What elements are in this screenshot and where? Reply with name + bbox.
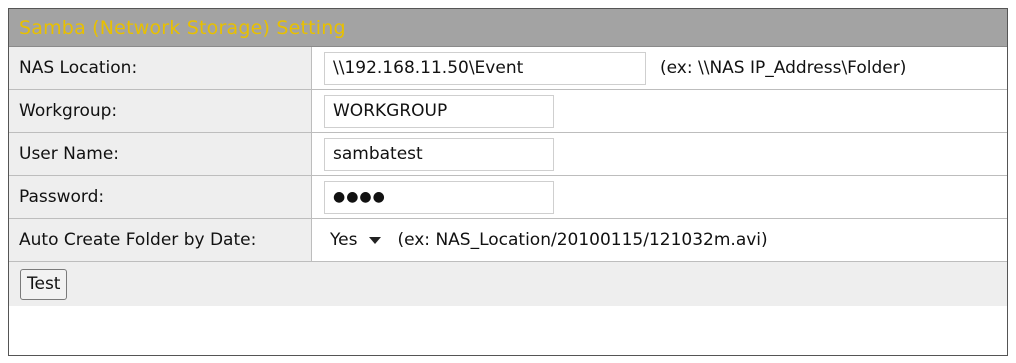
test-button[interactable]: Test bbox=[20, 268, 68, 300]
panel-footer: Test bbox=[9, 262, 1007, 306]
nas-location-row: NAS Location: (ex: \\NAS IP_Address\Fold… bbox=[9, 47, 1007, 90]
nas-location-label: NAS Location: bbox=[9, 47, 312, 89]
nas-location-hint: (ex: \\NAS IP_Address\Folder) bbox=[660, 58, 907, 78]
auto-create-folder-label: Auto Create Folder by Date: bbox=[9, 219, 312, 261]
auto-create-folder-hint: (ex: NAS_Location/20100115/121032m.avi) bbox=[397, 230, 768, 250]
workgroup-cell bbox=[312, 90, 1007, 132]
workgroup-input[interactable] bbox=[324, 94, 554, 128]
panel-header: Samba (Network Storage) Setting bbox=[9, 9, 1007, 47]
samba-settings-panel: Samba (Network Storage) Setting NAS Loca… bbox=[8, 8, 1008, 356]
auto-create-folder-select[interactable]: Yes bbox=[324, 225, 387, 255]
dropdown-arrow-icon[interactable] bbox=[369, 236, 382, 244]
workgroup-row: Workgroup: bbox=[9, 90, 1007, 133]
user-name-input[interactable] bbox=[324, 137, 554, 171]
password-input[interactable]: ●●●● bbox=[324, 180, 554, 214]
password-label: Password: bbox=[9, 176, 312, 218]
user-name-cell bbox=[312, 133, 1007, 175]
workgroup-label: Workgroup: bbox=[9, 90, 312, 132]
password-cell: ●●●● bbox=[312, 176, 1007, 218]
auto-create-folder-cell: Yes (ex: NAS_Location/20100115/121032m.a… bbox=[312, 219, 1007, 261]
nas-location-cell: (ex: \\NAS IP_Address\Folder) bbox=[312, 47, 1007, 89]
auto-create-folder-row: Auto Create Folder by Date: Yes (ex: NAS… bbox=[9, 219, 1007, 262]
nas-location-input[interactable] bbox=[324, 51, 646, 85]
panel-title: Samba (Network Storage) Setting bbox=[19, 16, 346, 39]
user-name-row: User Name: bbox=[9, 133, 1007, 176]
password-row: Password: ●●●● bbox=[9, 176, 1007, 219]
user-name-label: User Name: bbox=[9, 133, 312, 175]
auto-create-folder-selected-value: Yes bbox=[330, 230, 358, 250]
